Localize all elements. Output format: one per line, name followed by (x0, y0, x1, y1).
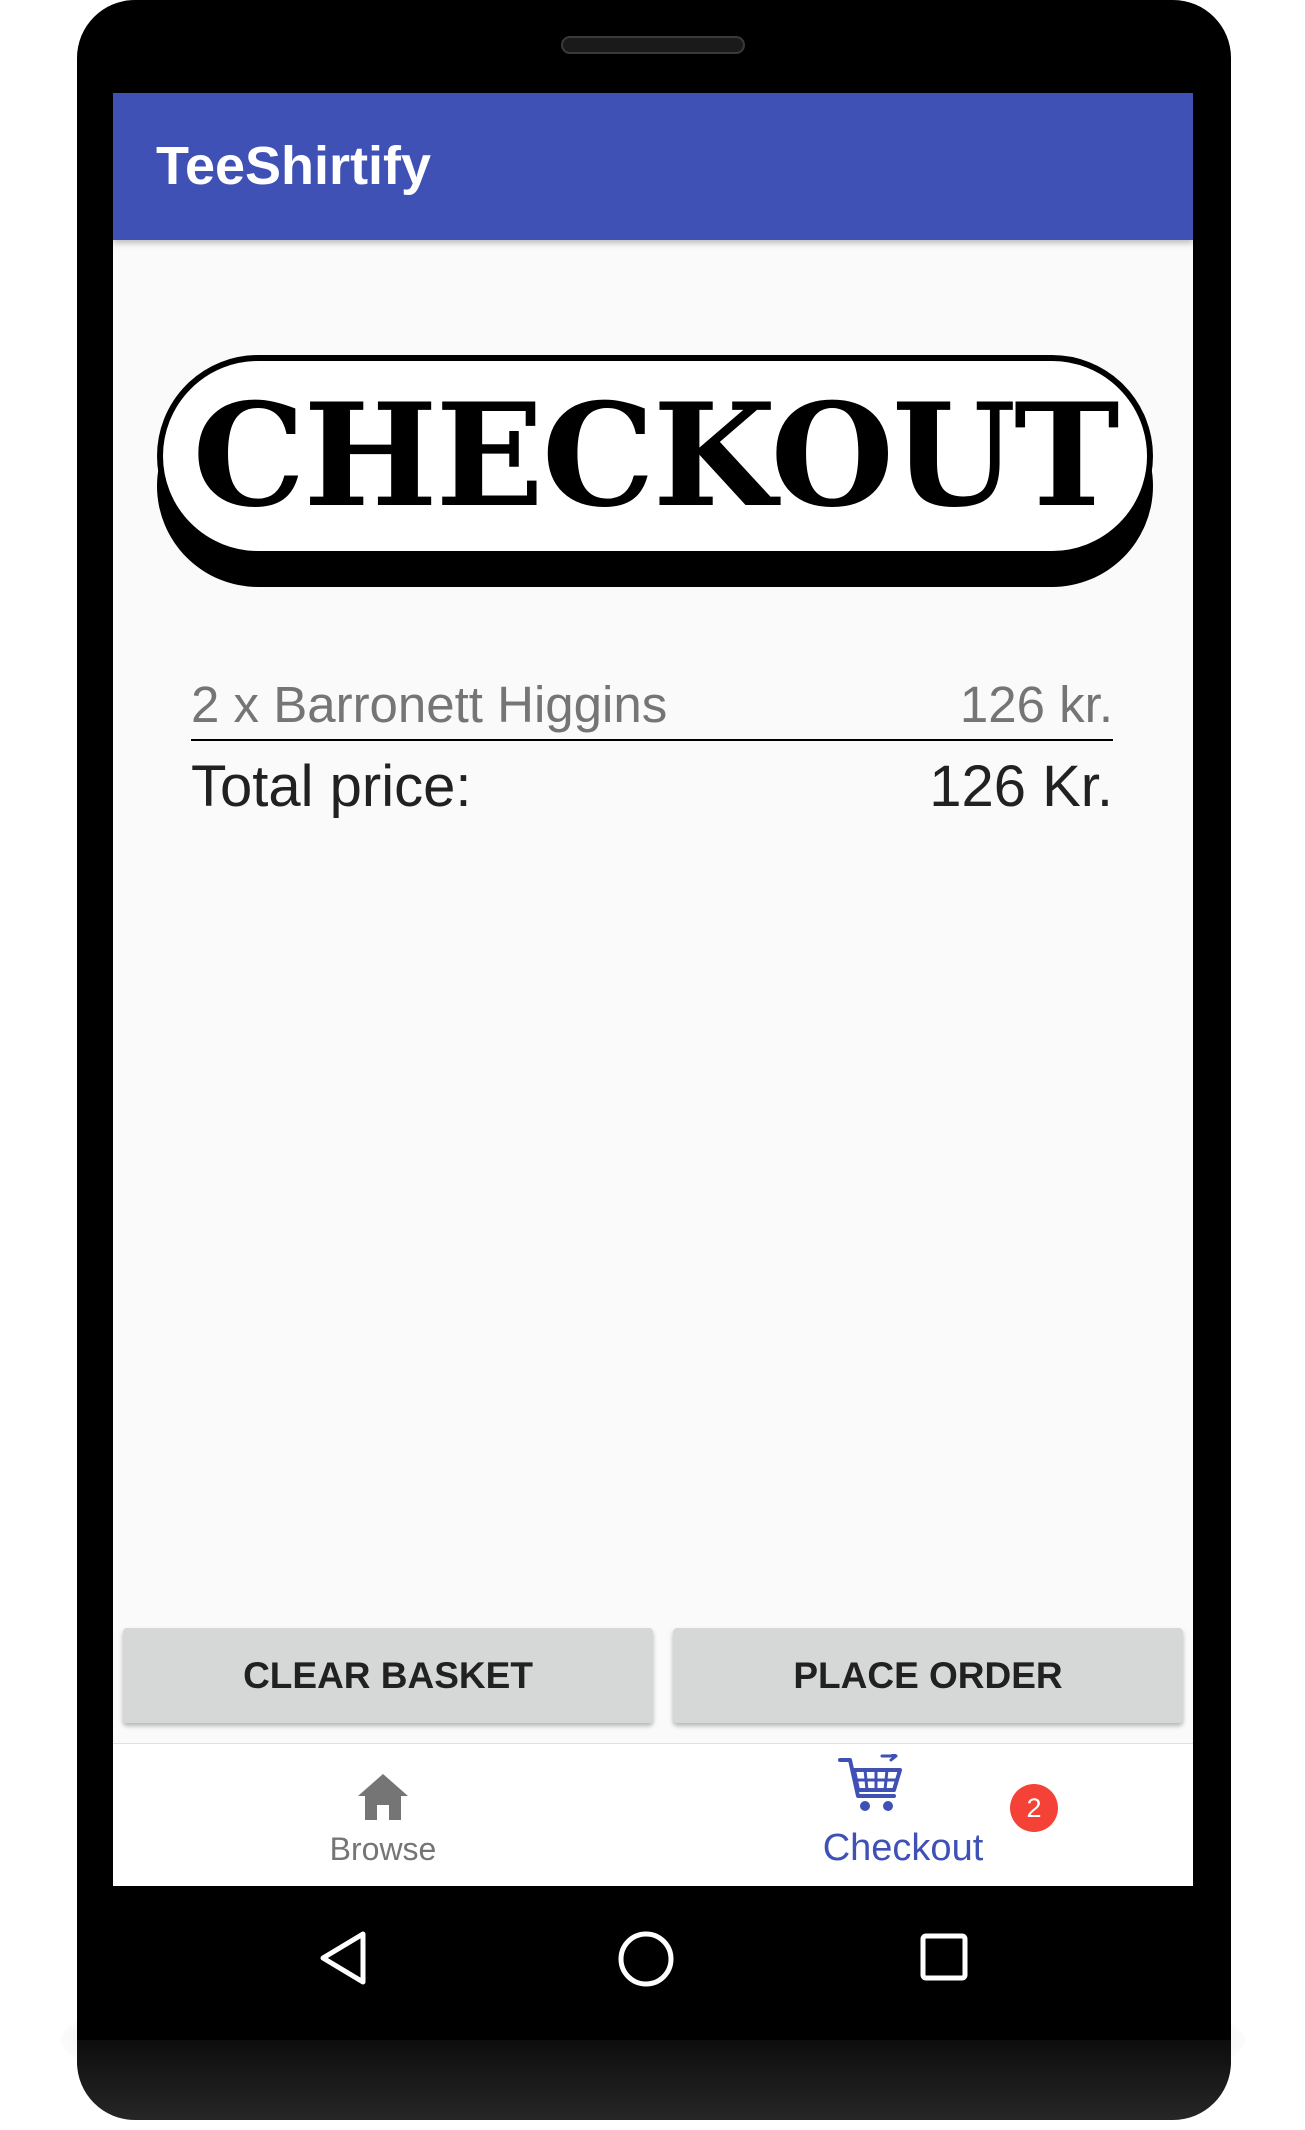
total-price-label: Total price: (191, 754, 472, 819)
app-title: TeeShirtify (156, 136, 432, 196)
device-speaker (561, 36, 745, 54)
basket-line-item: 2 x Barronett Higgins 126 kr. (191, 671, 1113, 741)
device-bottom-bezel (77, 2040, 1231, 2120)
app-screen: TeeShirtify CHECKOUT 2 x Barronett Higgi… (113, 93, 1193, 1886)
clear-basket-button[interactable]: CLEAR BASKET (123, 1628, 653, 1723)
cart-icon (838, 1754, 902, 1811)
recents-icon[interactable] (919, 1932, 969, 1982)
home-icon (358, 1774, 408, 1820)
total-price-value: 126 Kr. (929, 754, 1113, 819)
nav-item-checkout[interactable]: Checkout 2 (653, 1744, 1193, 1886)
nav-item-browse[interactable]: Browse (113, 1744, 653, 1886)
nav-label-checkout: Checkout (822, 1827, 984, 1869)
nav-label-browse: Browse (329, 1831, 437, 1867)
bottom-navigation: Browse Checkout 2 (113, 1743, 1193, 1886)
home-circle-icon[interactable] (617, 1930, 675, 1988)
line-item-name: 2 x Barronett Higgins (191, 676, 668, 733)
cart-count-badge: 2 (1010, 1784, 1058, 1832)
place-order-button[interactable]: PLACE ORDER (673, 1628, 1183, 1723)
line-item-price: 126 kr. (959, 676, 1113, 733)
checkout-banner: CHECKOUT (157, 355, 1153, 587)
banner-text: CHECKOUT (192, 373, 1119, 539)
back-icon[interactable] (318, 1930, 368, 1986)
app-bar: TeeShirtify (113, 93, 1193, 240)
